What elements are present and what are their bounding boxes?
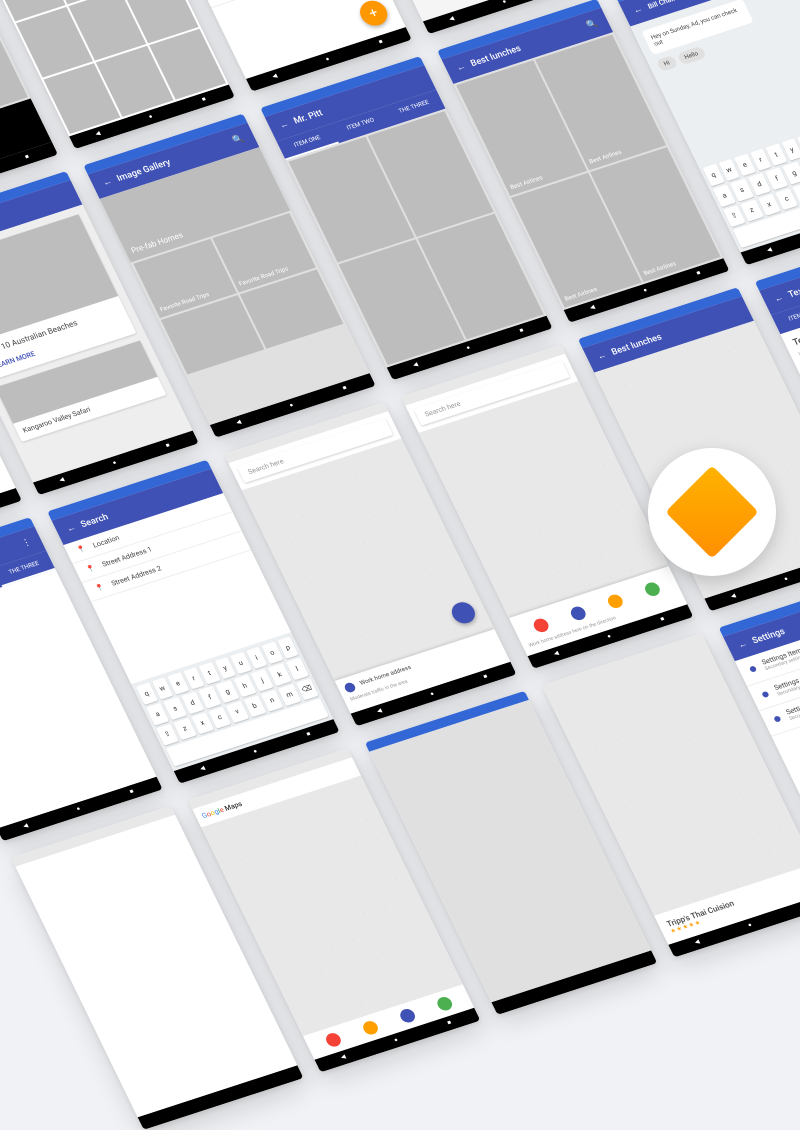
search-icon: 🔍 — [231, 133, 246, 146]
sketch-badge — [648, 448, 776, 576]
fab-add[interactable]: + — [356, 0, 392, 29]
sketch-icon — [665, 465, 758, 558]
